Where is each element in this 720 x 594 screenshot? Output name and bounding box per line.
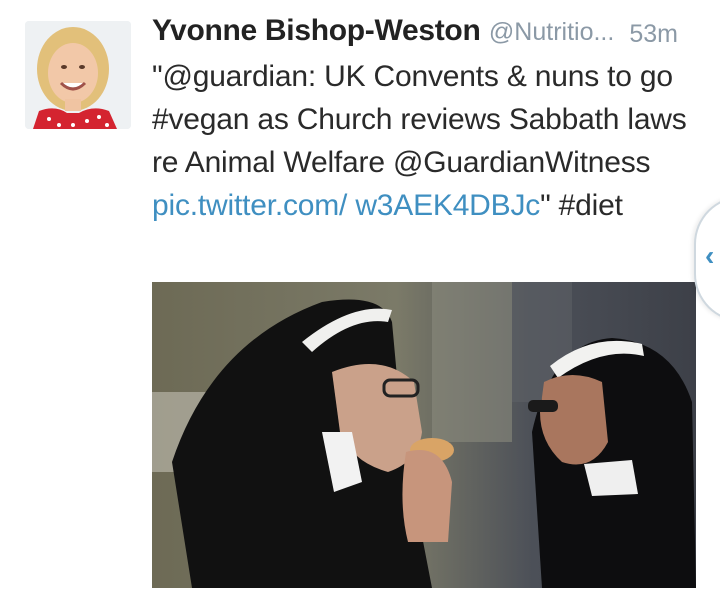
chevron-left-icon: ‹ xyxy=(705,240,715,271)
author-name[interactable]: Yvonne Bishop-Weston xyxy=(152,14,481,47)
tweet-timestamp[interactable]: 53m xyxy=(629,20,678,49)
tweet-card[interactable]: Yvonne Bishop-Weston @Nutritio... 53m "@… xyxy=(0,0,720,594)
tweet-header: Yvonne Bishop-Weston @Nutritio... 53m xyxy=(152,14,700,54)
avatar[interactable] xyxy=(25,21,131,129)
tweet-media-link[interactable]: pic.twitter.com/ w3AEK4DBJc xyxy=(152,189,540,222)
tweet-text-tail: " #diet xyxy=(540,189,623,222)
tweet-text-body: "@guardian: UK Convents & nuns to go #ve… xyxy=(152,60,687,179)
author-handle[interactable]: @Nutritio... xyxy=(489,18,614,46)
tweet-text: "@guardian: UK Convents & nuns to go #ve… xyxy=(152,55,700,227)
tweet-photo[interactable] xyxy=(152,282,696,588)
